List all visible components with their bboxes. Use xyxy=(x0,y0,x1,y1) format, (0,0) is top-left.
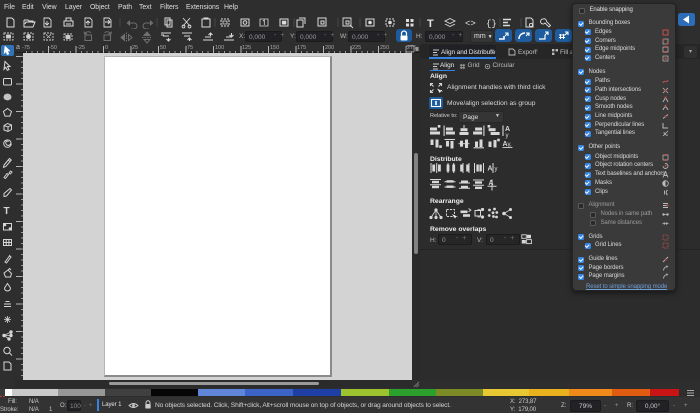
svg-text:T: T xyxy=(4,206,10,217)
svg-text:A: A xyxy=(505,126,510,133)
svg-text:A: A xyxy=(488,166,493,173)
svg-text:y: y xyxy=(506,133,509,139)
svg-text:y: y xyxy=(495,167,498,173)
svg-text:T: T xyxy=(427,18,434,29)
svg-text:{}: {} xyxy=(486,19,497,29)
svg-text:<>: <> xyxy=(465,19,476,29)
